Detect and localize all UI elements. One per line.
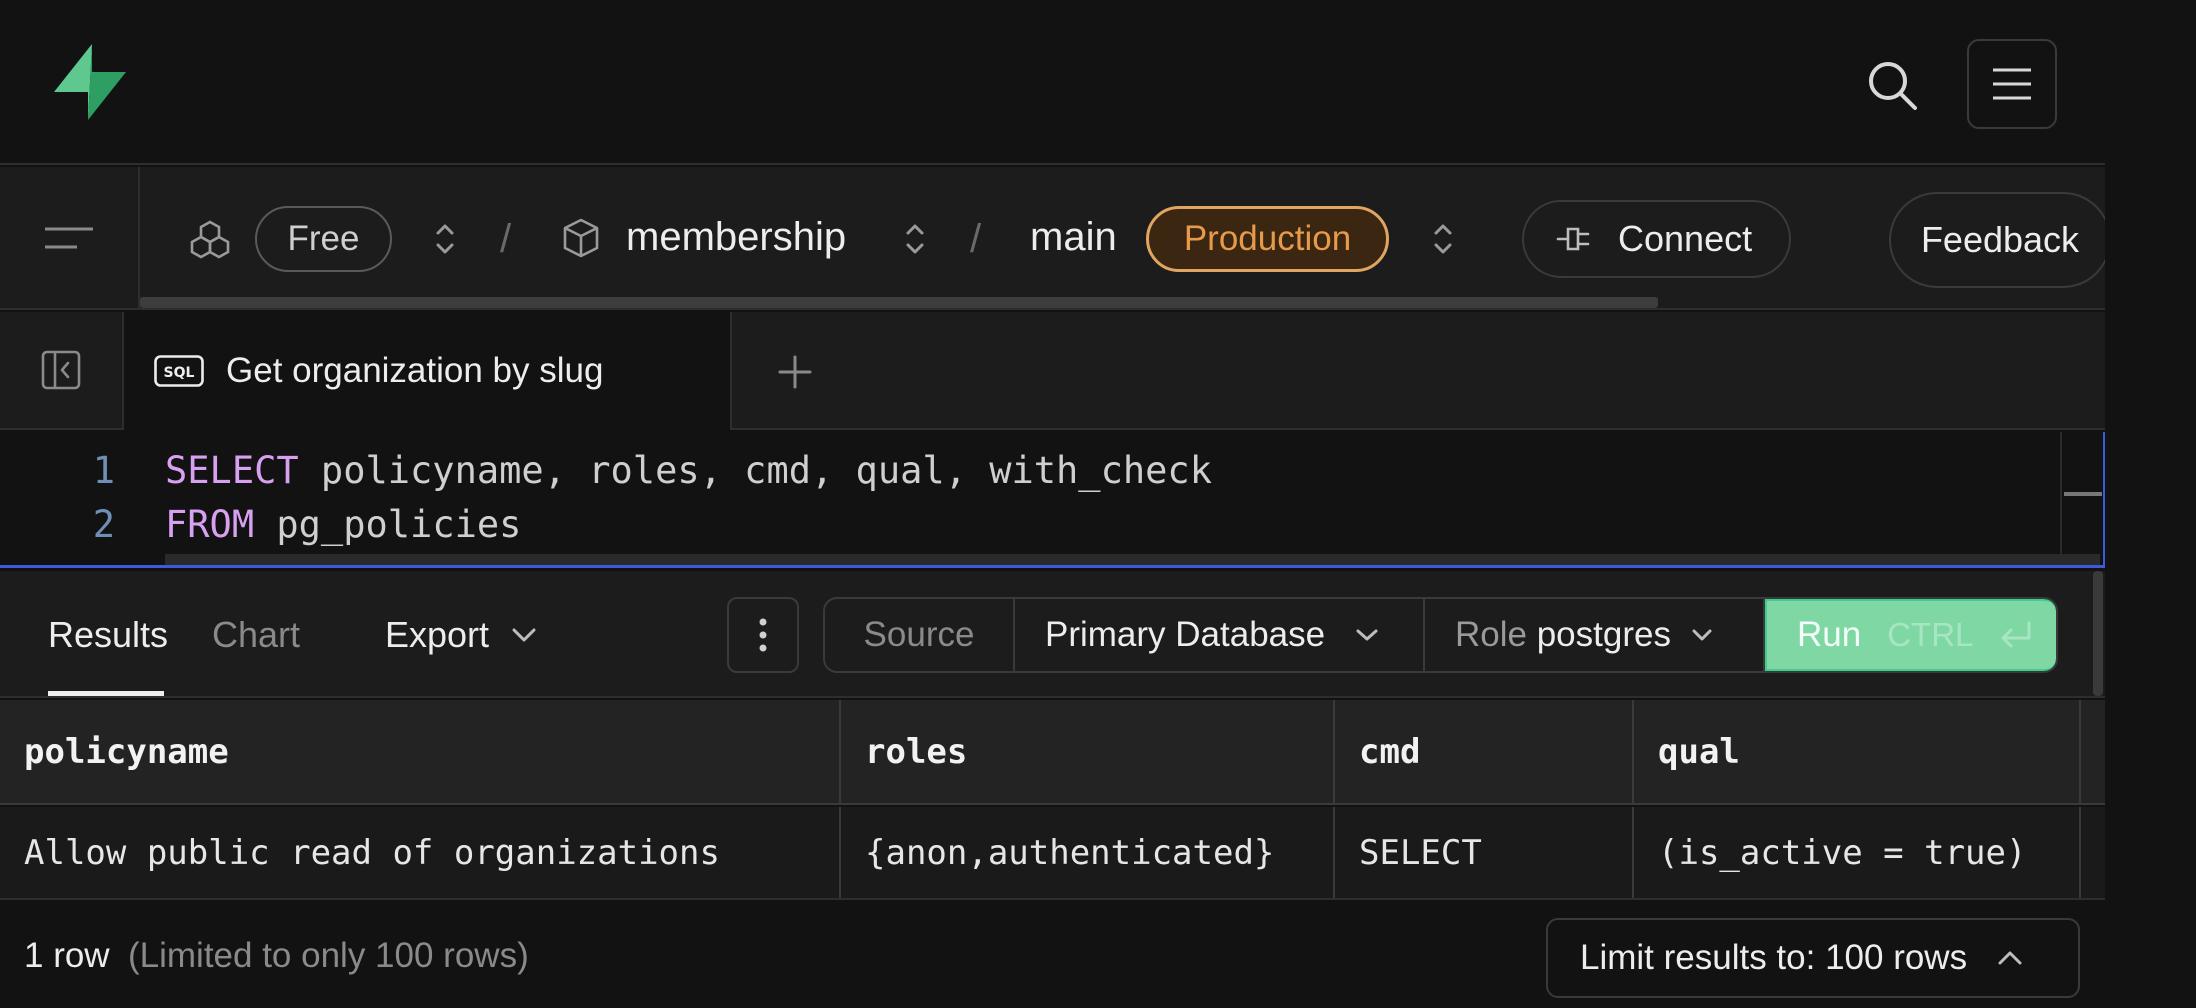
row-count: 1 row <box>24 936 110 975</box>
results-table: policyname roles cmd qual Allow public r… <box>0 700 2105 900</box>
sql-code: pg_policies <box>254 502 522 546</box>
chevron-down-icon <box>511 627 537 643</box>
table-row[interactable]: Allow public read of organizations {anon… <box>0 807 2105 898</box>
top-bar <box>0 0 2105 165</box>
database-select[interactable]: Primary Database <box>1015 599 1425 671</box>
environment-badge: Production <box>1146 206 1389 272</box>
sql-keyword: SELECT <box>165 448 299 492</box>
table-cell[interactable]: {anon,authenticated} <box>841 807 1335 898</box>
column-header[interactable]: qual <box>1634 700 2081 803</box>
table-cell[interactable]: (is_active = true) <box>1634 807 2081 898</box>
collapse-sidebar-icon[interactable] <box>0 312 122 428</box>
tab-query[interactable]: SQL Get organization by slug <box>122 312 732 430</box>
sql-keyword: FROM <box>165 502 255 546</box>
limit-results-button[interactable]: Limit results to: 100 rows <box>1546 918 2080 998</box>
results-footer: 1 row (Limited to only 100 rows) Limit r… <box>0 902 2105 1008</box>
feedback-button[interactable]: Feedback <box>1889 192 2111 288</box>
hamburger-menu-icon[interactable] <box>1967 39 2057 129</box>
connect-label: Connect <box>1618 218 1753 259</box>
project-switcher-chevron-icon[interactable] <box>900 219 930 259</box>
results-scrollbar[interactable] <box>2093 571 2103 696</box>
window-gutter <box>2105 0 2196 1008</box>
svg-text:SQL: SQL <box>164 365 195 381</box>
run-label: Run <box>1797 615 1862 654</box>
table-cell[interactable]: Allow public read of organizations <box>0 807 841 898</box>
enter-key-icon <box>1999 620 2033 650</box>
table-cell[interactable]: SELECT <box>1335 807 1634 898</box>
code-line: 1 SELECT policyname, roles, cmd, qual, w… <box>0 444 1212 496</box>
more-options-icon[interactable] <box>727 597 799 673</box>
editor-horizontal-scrollbar[interactable] <box>165 554 2100 565</box>
sql-editor[interactable]: 1 SELECT policyname, roles, cmd, qual, w… <box>0 432 2105 568</box>
code-line: 2 FROM pg_policies <box>0 498 522 550</box>
column-header[interactable]: cmd <box>1335 700 1634 803</box>
column-header-overflow <box>2081 700 2105 803</box>
breadcrumb-scrollbar[interactable] <box>140 297 1658 308</box>
breadcrumb-separator: / <box>500 217 512 261</box>
box-icon <box>562 217 600 259</box>
chevron-down-icon <box>1355 627 1379 643</box>
sql-file-icon: SQL <box>154 355 204 387</box>
tab-label: Get organization by slug <box>226 351 604 390</box>
query-source-controls: Source Primary Database Role postgres Ru… <box>823 597 2058 673</box>
supabase-bolt-icon[interactable] <box>48 42 128 122</box>
search-icon[interactable] <box>1862 55 1922 115</box>
cubes-icon <box>190 219 230 259</box>
tab-chart[interactable]: Chart <box>212 571 300 698</box>
source-label: Source <box>825 599 1015 671</box>
sql-code: policyname, roles, cmd, qual, with_check <box>298 448 1212 492</box>
row-limit-note: (Limited to only 100 rows) <box>128 936 529 975</box>
chevron-up-icon <box>1997 950 2023 966</box>
breadcrumb-separator: / <box>970 217 982 261</box>
plan-badge[interactable]: Free <box>255 206 392 272</box>
editor-scrollbar-thumb[interactable] <box>2064 492 2102 496</box>
branch-switcher-chevron-icon[interactable] <box>1428 219 1458 259</box>
line-number: 1 <box>92 448 115 492</box>
connect-button[interactable]: Connect <box>1522 200 1791 278</box>
active-tab-indicator <box>48 691 164 696</box>
plus-icon[interactable] <box>765 342 825 402</box>
column-header[interactable]: roles <box>841 700 1335 803</box>
database-label: Primary Database <box>1045 615 1326 654</box>
sidebar-menu-icon[interactable] <box>0 167 140 308</box>
breadcrumb: Free / membership / main Production Conn… <box>0 167 2111 310</box>
query-tab-bar: SQL Get organization by slug <box>0 312 2105 430</box>
role-value: postgres <box>1536 615 1671 654</box>
editor-scrollbar[interactable] <box>2060 432 2103 565</box>
run-button[interactable]: Run CTRL <box>1765 599 2056 671</box>
tab-results[interactable]: Results <box>48 571 168 698</box>
export-button[interactable]: Export <box>385 571 537 698</box>
export-label: Export <box>385 613 490 655</box>
branch-name[interactable]: main <box>1030 217 1117 257</box>
org-switcher-chevron-icon[interactable] <box>430 219 460 259</box>
results-toolbar: Results Chart Export Source Primary Data… <box>0 571 2105 698</box>
line-number: 2 <box>92 502 115 546</box>
table-header-row: policyname roles cmd qual <box>0 700 2105 805</box>
role-select[interactable]: Role postgres <box>1425 599 1765 671</box>
chevron-down-icon <box>1691 628 1713 642</box>
plug-icon <box>1556 224 1596 254</box>
table-cell-overflow <box>2081 807 2105 898</box>
run-shortcut: CTRL <box>1887 616 1974 653</box>
role-prefix: Role <box>1455 615 1527 654</box>
project-name[interactable]: membership <box>626 217 846 257</box>
limit-label: Limit results to: 100 rows <box>1580 938 1968 977</box>
column-header[interactable]: policyname <box>0 700 841 803</box>
